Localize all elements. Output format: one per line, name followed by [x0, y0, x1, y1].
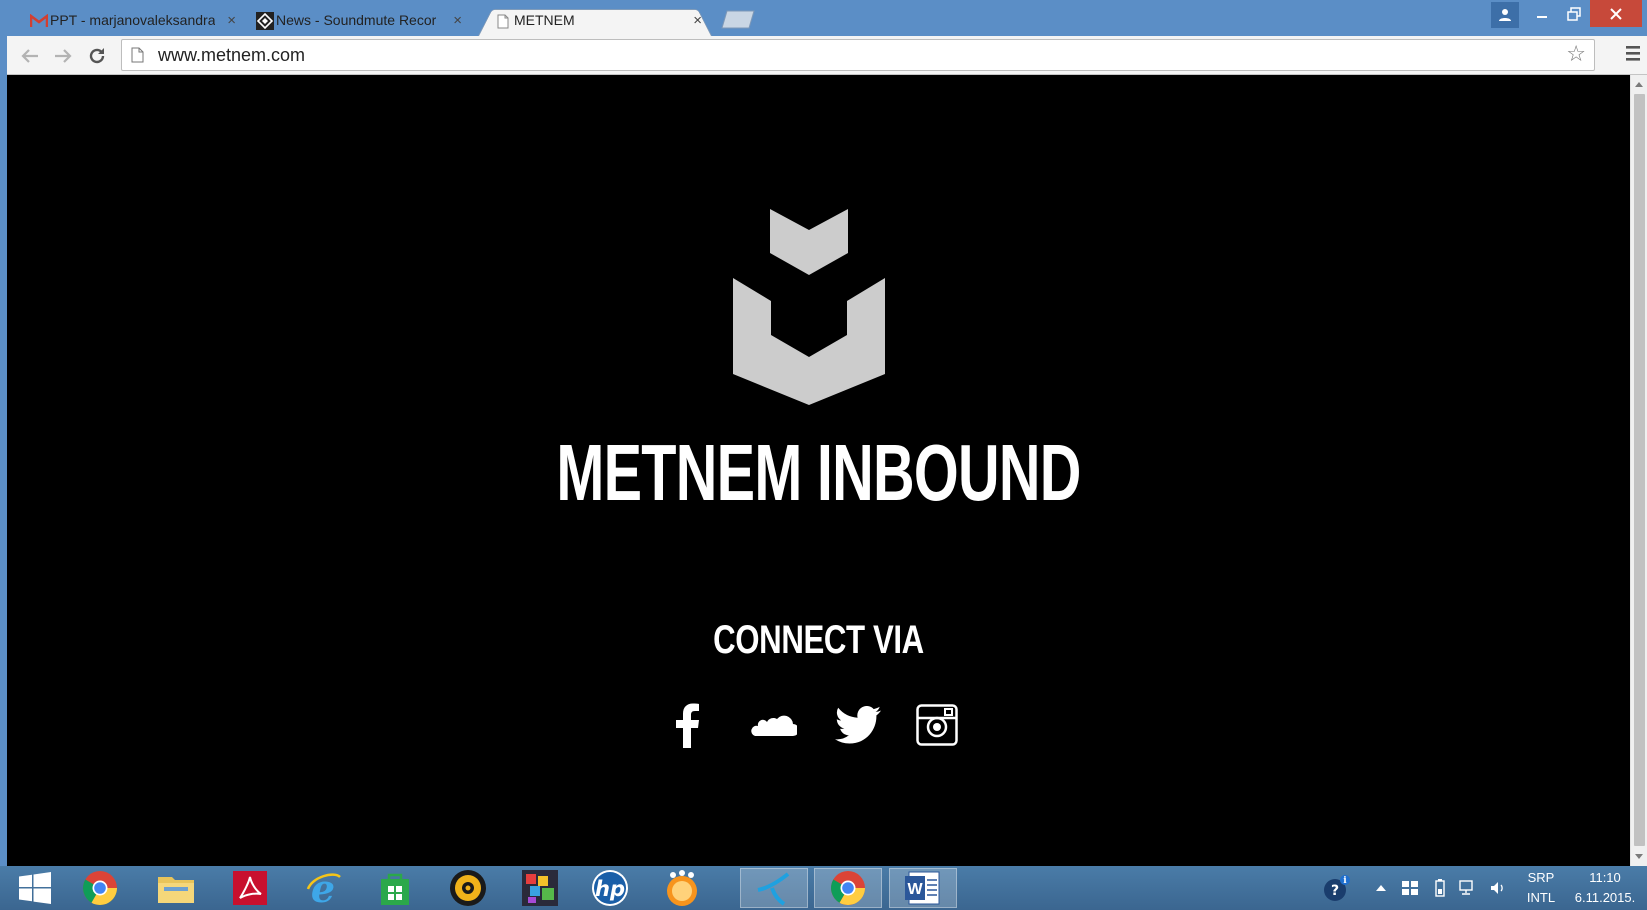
battery-icon[interactable]	[1430, 876, 1450, 900]
user-icon[interactable]	[1491, 2, 1519, 28]
forward-button[interactable]	[49, 42, 77, 70]
file-explorer-icon[interactable]	[148, 868, 204, 908]
instagram-icon[interactable]	[915, 700, 959, 750]
gmail-icon	[30, 12, 48, 30]
close-tab-icon[interactable]: ×	[693, 5, 702, 36]
clock-time: 11:10	[1589, 870, 1621, 885]
restore-button[interactable]	[1559, 0, 1589, 28]
word-icon[interactable]: W	[889, 868, 957, 908]
tab-soundmute[interactable]: News - Soundmute Recor ×	[240, 5, 472, 36]
svg-text:W: W	[907, 881, 923, 898]
page-title: METNEM INBOUND	[556, 428, 1081, 517]
tab-title: PPT - marjanovaleksandra	[50, 12, 216, 28]
new-tab-button[interactable]	[718, 9, 758, 29]
web-page: METNEM INBOUND CONNECT VIA	[7, 75, 1630, 866]
keyboard-layout: INTL	[1526, 890, 1556, 905]
tab-metnem[interactable]: METNEM ×	[478, 5, 712, 36]
scroll-down-icon[interactable]	[1635, 854, 1643, 859]
close-tab-icon[interactable]: ×	[453, 5, 462, 36]
acrobat-icon[interactable]	[222, 868, 278, 908]
bookmark-star-icon[interactable]: ☆	[1566, 43, 1586, 67]
volume-icon[interactable]	[1488, 876, 1508, 900]
svg-text:i: i	[1343, 876, 1347, 886]
page-icon	[131, 47, 144, 67]
language-indicator[interactable]: SRP INTL	[1515, 868, 1567, 908]
chrome-menu-icon[interactable]	[1625, 44, 1645, 66]
hp-icon[interactable]: hp	[582, 868, 638, 908]
back-button[interactable]	[16, 42, 44, 70]
start-icon[interactable]	[10, 868, 60, 908]
soundmute-icon	[256, 12, 274, 30]
store-icon[interactable]	[367, 868, 423, 908]
windows-taskbar: e hp W ? i SRP INTL 11:10 6.11.2015.	[0, 866, 1647, 910]
scroll-thumb[interactable]	[1634, 94, 1645, 846]
scroll-up-icon[interactable]	[1635, 82, 1643, 87]
media-player-icon[interactable]	[440, 868, 496, 908]
twitter-icon[interactable]	[834, 700, 882, 750]
close-window-button[interactable]	[1590, 0, 1642, 27]
tab-title: METNEM	[514, 12, 575, 28]
clock-date: 6.11.2015.	[1574, 890, 1636, 905]
facebook-icon[interactable]	[667, 700, 707, 750]
metnem-logo	[733, 209, 885, 405]
show-hidden-icons-icon[interactable]	[1371, 876, 1391, 900]
minimize-button[interactable]	[1527, 0, 1557, 28]
chrome-icon[interactable]	[814, 868, 882, 908]
reload-button[interactable]	[83, 42, 111, 70]
vertical-scrollbar[interactable]	[1630, 75, 1647, 866]
tab-title: News - Soundmute Recor	[276, 12, 437, 28]
browser-toolbar: www.metnem.com ☆	[7, 36, 1647, 75]
help-icon[interactable]: ? i	[1322, 875, 1352, 901]
page-icon	[494, 12, 512, 30]
messenger-icon[interactable]	[654, 868, 710, 908]
close-tab-icon[interactable]: ×	[227, 5, 236, 36]
system-clock[interactable]: 11:10 6.11.2015.	[1565, 868, 1645, 908]
connect-via-heading: CONNECT VIA	[713, 618, 924, 662]
svg-text:?: ?	[1331, 883, 1339, 899]
tab-strip: PPT - marjanovaleksandra × News - Soundm…	[0, 0, 1647, 36]
tab-gmail[interactable]: PPT - marjanovaleksandra ×	[14, 5, 246, 36]
address-bar[interactable]: www.metnem.com ☆	[121, 39, 1595, 71]
url-text[interactable]: www.metnem.com	[158, 40, 305, 70]
language-code: SRP	[1527, 870, 1555, 885]
telenor-icon[interactable]	[740, 868, 808, 908]
action-center-icon[interactable]	[1400, 876, 1420, 900]
soundcloud-icon[interactable]	[749, 700, 799, 750]
network-icon[interactable]	[1457, 876, 1477, 900]
chrome-icon[interactable]	[72, 868, 128, 908]
svg-text:hp: hp	[595, 877, 625, 901]
paint-icon[interactable]	[512, 868, 568, 908]
internet-explorer-icon[interactable]: e	[295, 868, 351, 908]
